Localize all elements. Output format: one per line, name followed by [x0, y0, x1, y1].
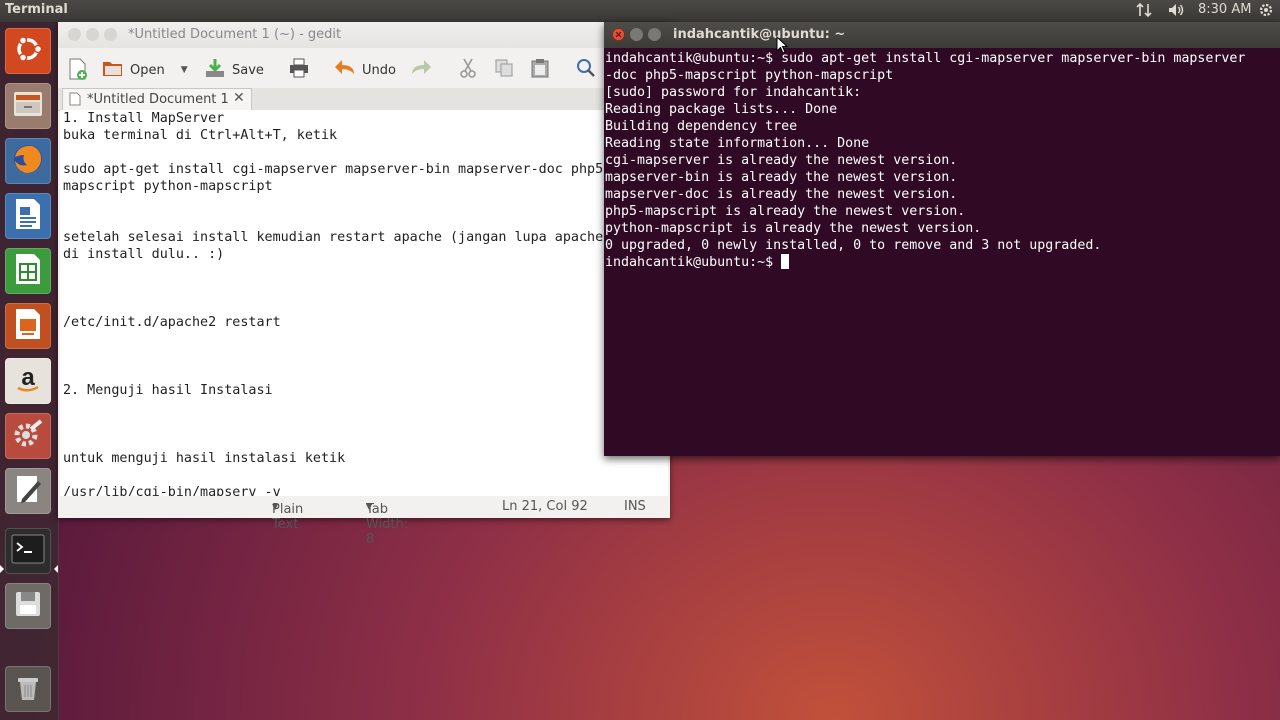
gedit-tab-bar: *Untitled Document 1 ✕ — [58, 88, 670, 111]
running-indicator — [0, 565, 4, 573]
gedit-close-button[interactable] — [68, 28, 81, 41]
gedit-window-title: *Untitled Document 1 (~) - gedit — [128, 27, 342, 42]
text-cursor — [781, 254, 790, 269]
undo-arrow-icon — [334, 58, 356, 82]
new-document-icon — [68, 58, 88, 84]
cursor-position: Ln 21, Col 92 — [502, 499, 588, 514]
search-icon — [576, 58, 596, 82]
redo-button[interactable] — [410, 58, 432, 82]
launcher-text-editor-button[interactable] — [5, 468, 51, 514]
terminal-minimize-button[interactable] — [630, 28, 643, 41]
launcher-drive-button[interactable] — [5, 583, 51, 629]
active-app-title: Terminal — [5, 2, 68, 17]
amazon-icon: a — [12, 363, 44, 399]
gedit-titlebar[interactable]: *Untitled Document 1 (~) - gedit — [58, 22, 670, 48]
copy-icon — [494, 58, 514, 82]
tab-close-icon[interactable]: ✕ — [233, 90, 245, 106]
volume-icon[interactable] — [1168, 2, 1186, 18]
launcher-calc-button[interactable] — [5, 248, 51, 294]
gedit-maximize-button[interactable] — [104, 28, 117, 41]
text-file-icon — [69, 92, 81, 110]
launcher-amazon-button[interactable]: a — [5, 358, 51, 404]
open-button[interactable]: Open ▼ — [102, 58, 188, 82]
redo-arrow-icon — [410, 58, 432, 82]
power-gear-icon[interactable] — [1258, 2, 1274, 18]
network-icon[interactable] — [1136, 2, 1152, 18]
save-button[interactable]: Save — [204, 58, 264, 82]
printer-icon — [288, 58, 310, 82]
gedit-window: *Untitled Document 1 (~) - gedit Open ▼ … — [58, 22, 670, 547]
terminal-prompt: indahcantik@ubuntu:~$ — [605, 255, 782, 270]
floppy-drive-icon — [12, 588, 44, 624]
undo-button[interactable]: Undo — [334, 58, 396, 82]
firefox-icon — [10, 141, 46, 181]
svg-text:a: a — [21, 364, 35, 391]
save-icon — [204, 58, 226, 82]
tab-untitled-document-1[interactable]: *Untitled Document 1 ✕ — [62, 88, 252, 110]
libreoffice-impress-icon — [12, 307, 44, 345]
print-button[interactable] — [288, 58, 310, 82]
launcher-writer-button[interactable] — [5, 193, 51, 239]
clock[interactable]: 8:30 AM — [1198, 2, 1251, 17]
libreoffice-calc-icon — [12, 252, 44, 290]
terminal-prompt-line[interactable]: indahcantik@ubuntu:~$ — [605, 254, 1279, 271]
terminal-icon — [11, 534, 45, 568]
search-button[interactable] — [576, 58, 596, 82]
launcher-terminal-button[interactable] — [5, 528, 51, 574]
text-editor-icon — [12, 473, 44, 509]
launcher-files-button[interactable] — [5, 83, 51, 129]
trash-icon — [13, 671, 43, 707]
gedit-toolbar: Open ▼ Save Undo — [58, 48, 670, 88]
settings-gear-icon — [11, 417, 45, 455]
tab-label: *Untitled Document 1 — [87, 92, 229, 107]
undo-label: Undo — [362, 62, 396, 78]
terminal-titlebar[interactable]: indahcantik@ubuntu: ~ — [604, 22, 1280, 48]
scissors-icon — [458, 58, 478, 82]
terminal-maximize-button[interactable] — [648, 28, 661, 41]
text-editor-area[interactable]: 1. Install MapServer buka terminal di Ct… — [60, 110, 668, 496]
open-recent-chevron-icon[interactable]: ▼ — [181, 65, 188, 75]
terminal-output[interactable]: indahcantik@ubuntu:~$ sudo apt-get insta… — [605, 50, 1279, 454]
clipboard-icon — [530, 58, 550, 82]
terminal-close-button[interactable] — [612, 28, 625, 41]
launcher-dash-button[interactable] — [5, 28, 51, 74]
terminal-window-title: indahcantik@ubuntu: ~ — [673, 27, 846, 42]
folder-open-icon — [102, 58, 124, 82]
launcher-firefox-button[interactable] — [5, 138, 51, 184]
ubuntu-logo-icon — [12, 33, 44, 69]
launcher-settings-button[interactable] — [5, 413, 51, 459]
copy-button[interactable] — [494, 58, 514, 82]
editor-text: 1. Install MapServer buka terminal di Ct… — [63, 111, 612, 496]
insert-mode: INS — [624, 499, 646, 514]
open-label: Open — [130, 62, 165, 78]
focused-indicator — [54, 565, 58, 573]
paste-button[interactable] — [530, 58, 550, 82]
new-document-button[interactable] — [68, 58, 88, 84]
terminal-text: indahcantik@ubuntu:~$ sudo apt-get insta… — [605, 51, 1246, 253]
gedit-minimize-button[interactable] — [86, 28, 99, 41]
top-panel: Terminal 8:30 AM — [0, 0, 1280, 22]
launcher-trash-button[interactable] — [5, 666, 51, 712]
save-label: Save — [232, 62, 264, 78]
mouse-pointer-icon — [776, 35, 789, 58]
terminal-window: indahcantik@ubuntu: ~ indahcantik@ubuntu… — [604, 22, 1280, 456]
file-cabinet-icon — [11, 87, 45, 125]
launcher: a — [0, 22, 59, 720]
gedit-statusbar: Plain Text ▼ Tab Width: 8 ▼ Ln 21, Col 9… — [58, 496, 670, 547]
libreoffice-writer-icon — [12, 197, 44, 235]
launcher-impress-button[interactable] — [5, 303, 51, 349]
cut-button[interactable] — [458, 58, 478, 82]
